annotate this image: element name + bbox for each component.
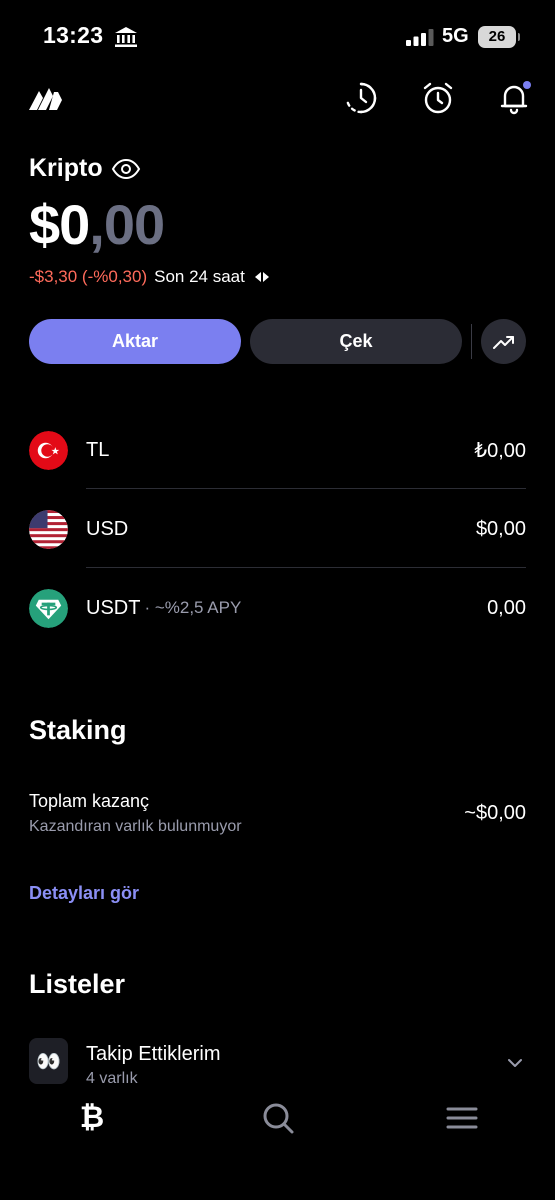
us-flag-icon [29,509,68,549]
change-period: Son 24 saat [154,267,245,286]
asset-value: $0,00 [475,517,526,540]
history-icon[interactable] [343,80,379,116]
chevron-down-icon[interactable] [508,1058,522,1068]
divider [86,488,526,489]
tab-menu[interactable] [444,1100,480,1136]
eye-icon[interactable] [111,158,141,180]
battery-indicator: 26 [478,26,520,48]
signal-icon [406,29,434,46]
list-subtitle: 4 varlık [86,1070,138,1084]
trend-up-icon [492,335,514,349]
swap-arrows-icon [254,272,269,282]
balance-integer: $0 [29,193,90,256]
asset-row-tl[interactable]: TL ₺0,00 [29,430,526,470]
chart-button[interactable] [481,319,526,364]
asset-apy: · ~%2,5 APY [144,598,242,617]
bottom-tab-bar: ₿ [0,1084,555,1200]
asset-name: USD [86,517,129,540]
asset-row-usd[interactable]: USD $0,00 [29,509,526,549]
asset-value: ₺0,00 [474,439,526,462]
app-logo-icon [29,88,67,110]
button-divider [471,324,472,359]
page-title: Kripto [29,154,103,182]
see-details-link[interactable]: Detayları gör [29,883,139,904]
status-time: 13:23 [43,22,104,48]
change-amount: -$3,30 (-%0,30) [29,267,148,286]
balance-decimals: ,00 [89,193,165,256]
bank-icon [115,27,137,47]
list-title: Takip Ettiklerim [86,1043,221,1065]
search-icon [263,1103,294,1134]
asset-value: 0,00 [487,596,526,619]
staking-total-label: Toplam kazanç [29,791,150,811]
staking-subtitle: Kazandıran varlık bulunmuyor [29,818,242,835]
total-balance: $0,00 [29,192,165,257]
tether-icon [29,588,68,628]
alarm-icon[interactable] [420,80,456,116]
staking-title: Staking [29,715,127,745]
list-item-watchlist[interactable]: 👀 Takip Ettiklerim 4 varlık [29,1038,526,1084]
asset-row-usdt[interactable]: USDT · ~%2,5 APY 0,00 [29,588,526,628]
asset-name: USDT [86,596,141,619]
balance-header: Kripto [29,154,141,183]
asset-name: TL [86,438,110,461]
divider [86,567,526,568]
transfer-button[interactable]: Aktar [29,319,241,364]
lists-title: Listeler [29,969,126,999]
network-type: 5G [442,25,469,47]
bell-icon[interactable] [496,80,532,116]
eyes-icon: 👀 [29,1038,68,1084]
change-row[interactable]: -$3,30 (-%0,30) Son 24 saat [29,267,269,287]
tab-crypto[interactable]: ₿ [74,1100,110,1136]
bitcoin-icon: ₿ [79,1101,105,1134]
tab-search[interactable] [260,1100,296,1136]
menu-icon [446,1107,478,1129]
turkey-flag-icon [29,430,68,470]
status-bar: 13:23 5G 26 [0,0,555,76]
staking-total-value: ~$0,00 [464,802,526,824]
withdraw-button[interactable]: Çek [250,319,462,364]
